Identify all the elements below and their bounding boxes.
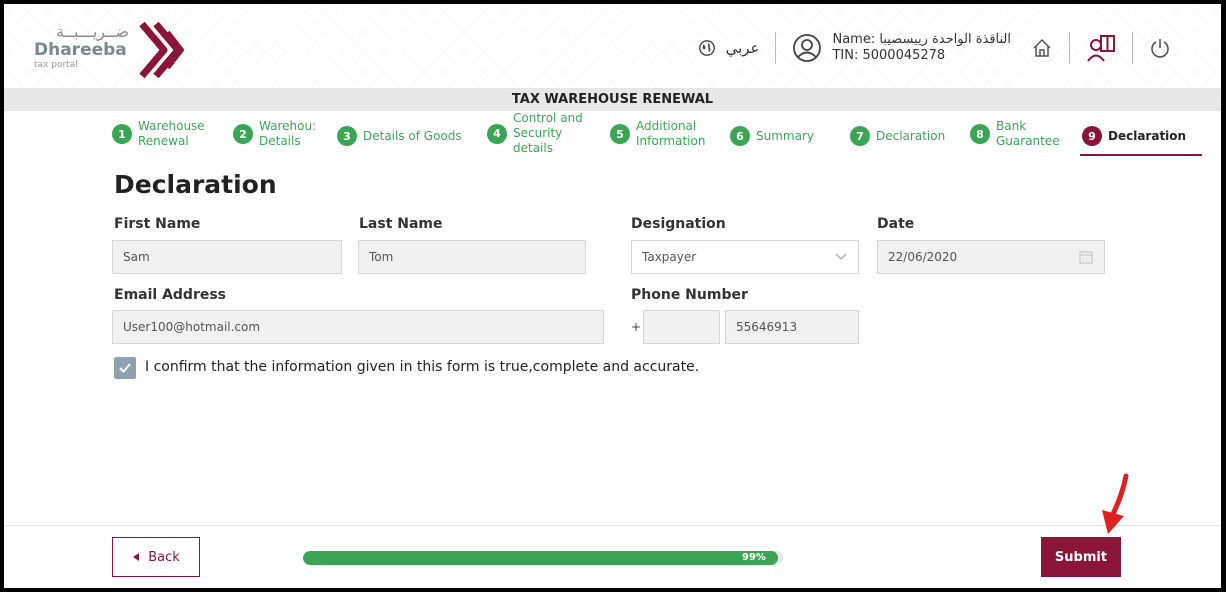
step-control-and-security[interactable]: 4 Control and Security details <box>487 111 583 156</box>
step-warehouse-renewal[interactable]: 1 Warehouse Renewal <box>112 119 205 149</box>
page-title: TAX WAREHOUSE RENEWAL <box>4 89 1221 111</box>
language-switch-link[interactable]: عربي <box>726 39 760 57</box>
step-label: Details of Goods <box>363 128 462 143</box>
step-label: Warehou: Details <box>259 119 317 148</box>
last-name-label: Last Name <box>359 216 443 232</box>
user-tin: TIN: 5000045278 <box>832 48 946 63</box>
step-label: Declaration <box>1108 128 1187 143</box>
confirm-checkbox[interactable] <box>114 357 136 379</box>
header-actions: عربي Name: الناقذة الواحدة رييسصيبا TIN:… <box>698 28 1171 68</box>
checkmark-icon <box>119 363 131 373</box>
step-summary[interactable]: 6 Summary <box>730 126 814 146</box>
phone-number-field[interactable]: 55646913 <box>725 310 859 344</box>
top-header: ضــريـــبــة Dhareeba tax portal عربي Na… <box>4 4 1221 89</box>
chevron-down-icon <box>835 253 847 260</box>
user-avatar-icon[interactable] <box>792 33 822 63</box>
date-label: Date <box>877 216 915 232</box>
designation-value: Taxpayer <box>642 250 697 264</box>
step-number: 5 <box>610 124 630 144</box>
date-field[interactable]: 22/06/2020 <box>877 240 1105 274</box>
annotation-arrow-icon <box>1102 473 1129 534</box>
user-directory-icon[interactable] <box>1086 33 1116 63</box>
step-number: 6 <box>730 126 750 146</box>
phone-country-code-field[interactable] <box>643 310 720 344</box>
user-info: Name: الناقذة الواحدة رييسصيبا TIN: 5000… <box>832 32 1011 64</box>
step-bank-guarantee[interactable]: 8 Bank Guarantee <box>970 119 1060 149</box>
footer-divider <box>4 525 1221 526</box>
step-warehouse-details[interactable]: 2 Warehou: Details <box>233 119 316 149</box>
first-name-label: First Name <box>114 216 201 232</box>
step-label: Summary <box>756 128 814 143</box>
step-details-of-goods[interactable]: 3 Details of Goods <box>337 126 462 146</box>
header-divider <box>775 32 777 64</box>
step-number: 7 <box>850 126 870 146</box>
submit-button[interactable]: Submit <box>1041 537 1121 577</box>
back-button[interactable]: Back <box>112 537 200 577</box>
step-label: Additional Information <box>636 119 706 148</box>
step-declaration-active[interactable]: 9 Declaration <box>1082 126 1186 146</box>
step-number: 8 <box>970 124 990 144</box>
logo-name: Dhareeba <box>34 40 127 60</box>
calendar-icon[interactable] <box>1078 249 1094 265</box>
user-name: Name: الناقذة الواحدة رييسصيبا <box>832 32 1011 47</box>
progress-label: 99% <box>742 552 766 563</box>
logout-power-icon[interactable] <box>1149 37 1171 59</box>
email-field[interactable]: User100@hotmail.com <box>112 310 604 344</box>
caret-left-icon <box>133 553 140 561</box>
header-divider <box>1069 32 1070 64</box>
step-label: Bank Guarantee <box>996 119 1060 148</box>
last-name-field[interactable]: Tom <box>358 240 586 274</box>
first-name-field[interactable]: Sam <box>112 240 342 274</box>
step-label: Warehouse Renewal <box>138 119 205 148</box>
confirm-statement: I confirm that the information given in … <box>145 359 700 375</box>
designation-select[interactable]: Taxpayer <box>631 240 859 274</box>
step-label: Control and Security details <box>513 111 583 155</box>
designation-label: Designation <box>631 216 726 232</box>
logo-subtitle: tax portal <box>34 60 78 70</box>
step-number: 2 <box>233 124 253 144</box>
date-value: 22/06/2020 <box>888 250 958 264</box>
back-button-label: Back <box>148 549 180 565</box>
step-additional-information[interactable]: 5 Additional Information <box>610 119 705 149</box>
step-number: 1 <box>112 124 132 144</box>
progress-fill <box>303 551 779 565</box>
home-icon[interactable] <box>1031 37 1053 59</box>
dhareeba-logo-icon[interactable] <box>134 18 194 82</box>
section-title: Declaration <box>114 170 277 199</box>
step-declaration-7[interactable]: 7 Declaration <box>850 126 945 146</box>
step-number: 9 <box>1082 126 1102 146</box>
phone-plus-sign: + <box>631 320 642 334</box>
step-number: 3 <box>337 126 357 146</box>
email-label: Email Address <box>114 287 227 303</box>
app-frame: ضــريـــبــة Dhareeba tax portal عربي Na… <box>4 4 1221 588</box>
wizard-stepper: 1 Warehouse Renewal 2 Warehou: Details 3… <box>4 111 1221 163</box>
step-label: Declaration <box>876 128 946 143</box>
active-step-underline <box>1080 154 1202 156</box>
globe-icon[interactable] <box>698 39 716 57</box>
progress-bar <box>303 551 783 565</box>
logo-arabic-text: ضــريـــبــة <box>56 22 130 41</box>
phone-label: Phone Number <box>631 287 748 303</box>
header-divider <box>1132 32 1133 64</box>
step-number: 4 <box>487 123 507 144</box>
